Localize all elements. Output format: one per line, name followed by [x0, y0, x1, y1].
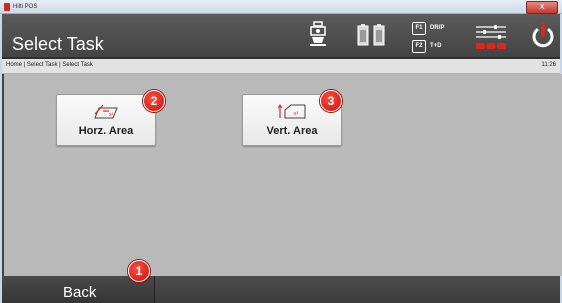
- breadcrumb: Home | Select Task | Select Task: [6, 62, 93, 68]
- f2-label: T+D: [430, 43, 442, 49]
- app-frame: Select Task F1 DR/P F2 T+D Home | Select…: [2, 14, 562, 303]
- battery-icon: [373, 24, 385, 46]
- f1-key[interactable]: F1: [412, 21, 426, 35]
- callout-1: 1: [128, 260, 150, 282]
- clock: 11:26: [541, 62, 556, 68]
- function-keys: F1 DR/P F2 T+D: [412, 20, 472, 56]
- close-window-button[interactable]: x: [526, 1, 558, 14]
- task-area: x² Horz. Area 2 x² Vert. Area 3: [2, 74, 562, 276]
- window-titlebar: Hilti POS x: [0, 0, 562, 14]
- page-title: Select Task: [12, 34, 104, 54]
- f2-row[interactable]: F2 T+D: [412, 38, 472, 54]
- battery-icon: [357, 24, 369, 46]
- f2-key[interactable]: F2: [412, 39, 426, 53]
- power-icon[interactable]: [530, 22, 556, 50]
- horz-area-button[interactable]: x² Horz. Area: [56, 94, 156, 146]
- callout-3: 3: [320, 90, 342, 112]
- f1-row[interactable]: F1 DR/P: [412, 20, 472, 36]
- f1-label: DR/P: [430, 25, 445, 31]
- svg-text:x²: x²: [109, 112, 114, 118]
- header: Select Task F1 DR/P F2 T+D: [2, 14, 560, 59]
- callout-2: 2: [143, 90, 165, 112]
- instrument-icon[interactable]: [307, 21, 329, 47]
- window-title: Hilti POS: [13, 3, 38, 10]
- svg-text:x²: x²: [294, 111, 299, 117]
- back-label: Back: [63, 284, 97, 301]
- horizontal-area-icon: x²: [94, 104, 118, 119]
- app-icon: [4, 2, 10, 11]
- footer: Back: [2, 276, 560, 303]
- horz-area-label: Horz. Area: [78, 125, 134, 137]
- breadcrumb-bar: Home | Select Task | Select Task 11:26: [2, 59, 560, 74]
- vert-area-label: Vert. Area: [266, 125, 318, 137]
- vertical-area-icon: x²: [277, 104, 306, 119]
- settings-sliders-icon[interactable]: [474, 23, 508, 51]
